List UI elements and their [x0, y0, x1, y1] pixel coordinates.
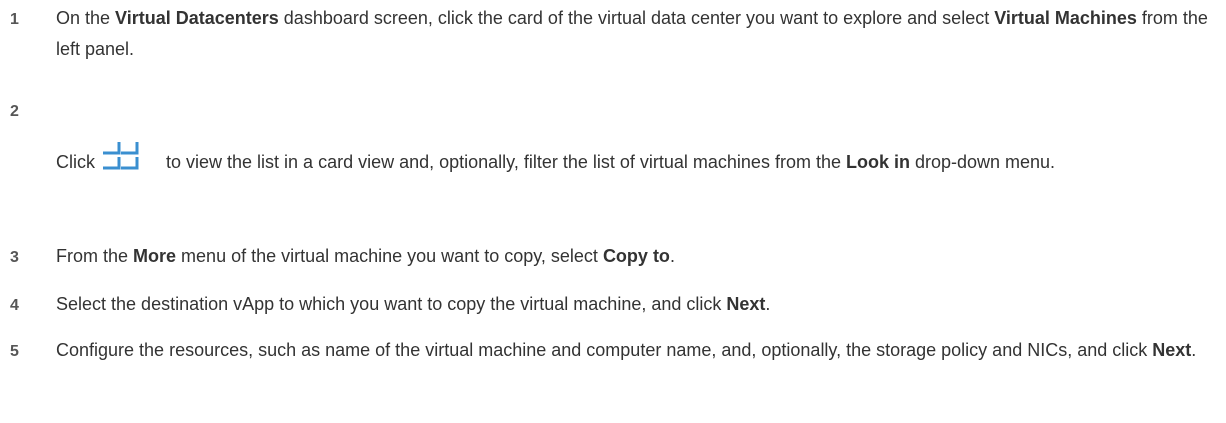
card-view-icon [99, 138, 157, 172]
text-run: Select the destination vApp to which you… [56, 294, 727, 314]
ui-term: Copy to [602, 246, 670, 266]
text-run: Configure the resources, such as name of… [56, 340, 1153, 360]
step-text: Configure the resources, such as name of… [56, 335, 1222, 366]
text-run: . [669, 246, 675, 266]
text-run: From the [56, 246, 134, 266]
text-run: dashboard screen, click the card of the … [278, 8, 995, 28]
text-run: Click [56, 152, 95, 172]
ui-term: More [133, 246, 177, 266]
step-number: 4 [10, 297, 19, 314]
ui-term: Virtual Datacenters [115, 8, 279, 28]
step-text: From the More menu of the virtual machin… [56, 241, 1222, 272]
ui-term: Next [1152, 340, 1192, 360]
step-text: Select the destination vApp to which you… [56, 289, 1222, 320]
step-text: Click to view the list in a card view an… [56, 138, 1222, 178]
text-run: menu of the virtual machine you want to … [176, 246, 603, 266]
step-number: 2 [10, 103, 19, 120]
text-run: On the [56, 8, 116, 28]
text-run: to view the list in a card view and, opt… [161, 152, 846, 172]
ui-term: Virtual Machines [994, 8, 1137, 28]
step-number: 1 [10, 11, 19, 28]
text-run: . [1191, 340, 1197, 360]
ui-term: Look in [845, 152, 910, 172]
text-run: drop-down menu. [909, 152, 1056, 172]
ui-term: Next [726, 294, 766, 314]
step-number: 3 [10, 249, 19, 266]
step-text: On the Virtual Datacenters dashboard scr… [56, 3, 1222, 65]
text-run: . [765, 294, 771, 314]
step-number: 5 [10, 343, 19, 360]
